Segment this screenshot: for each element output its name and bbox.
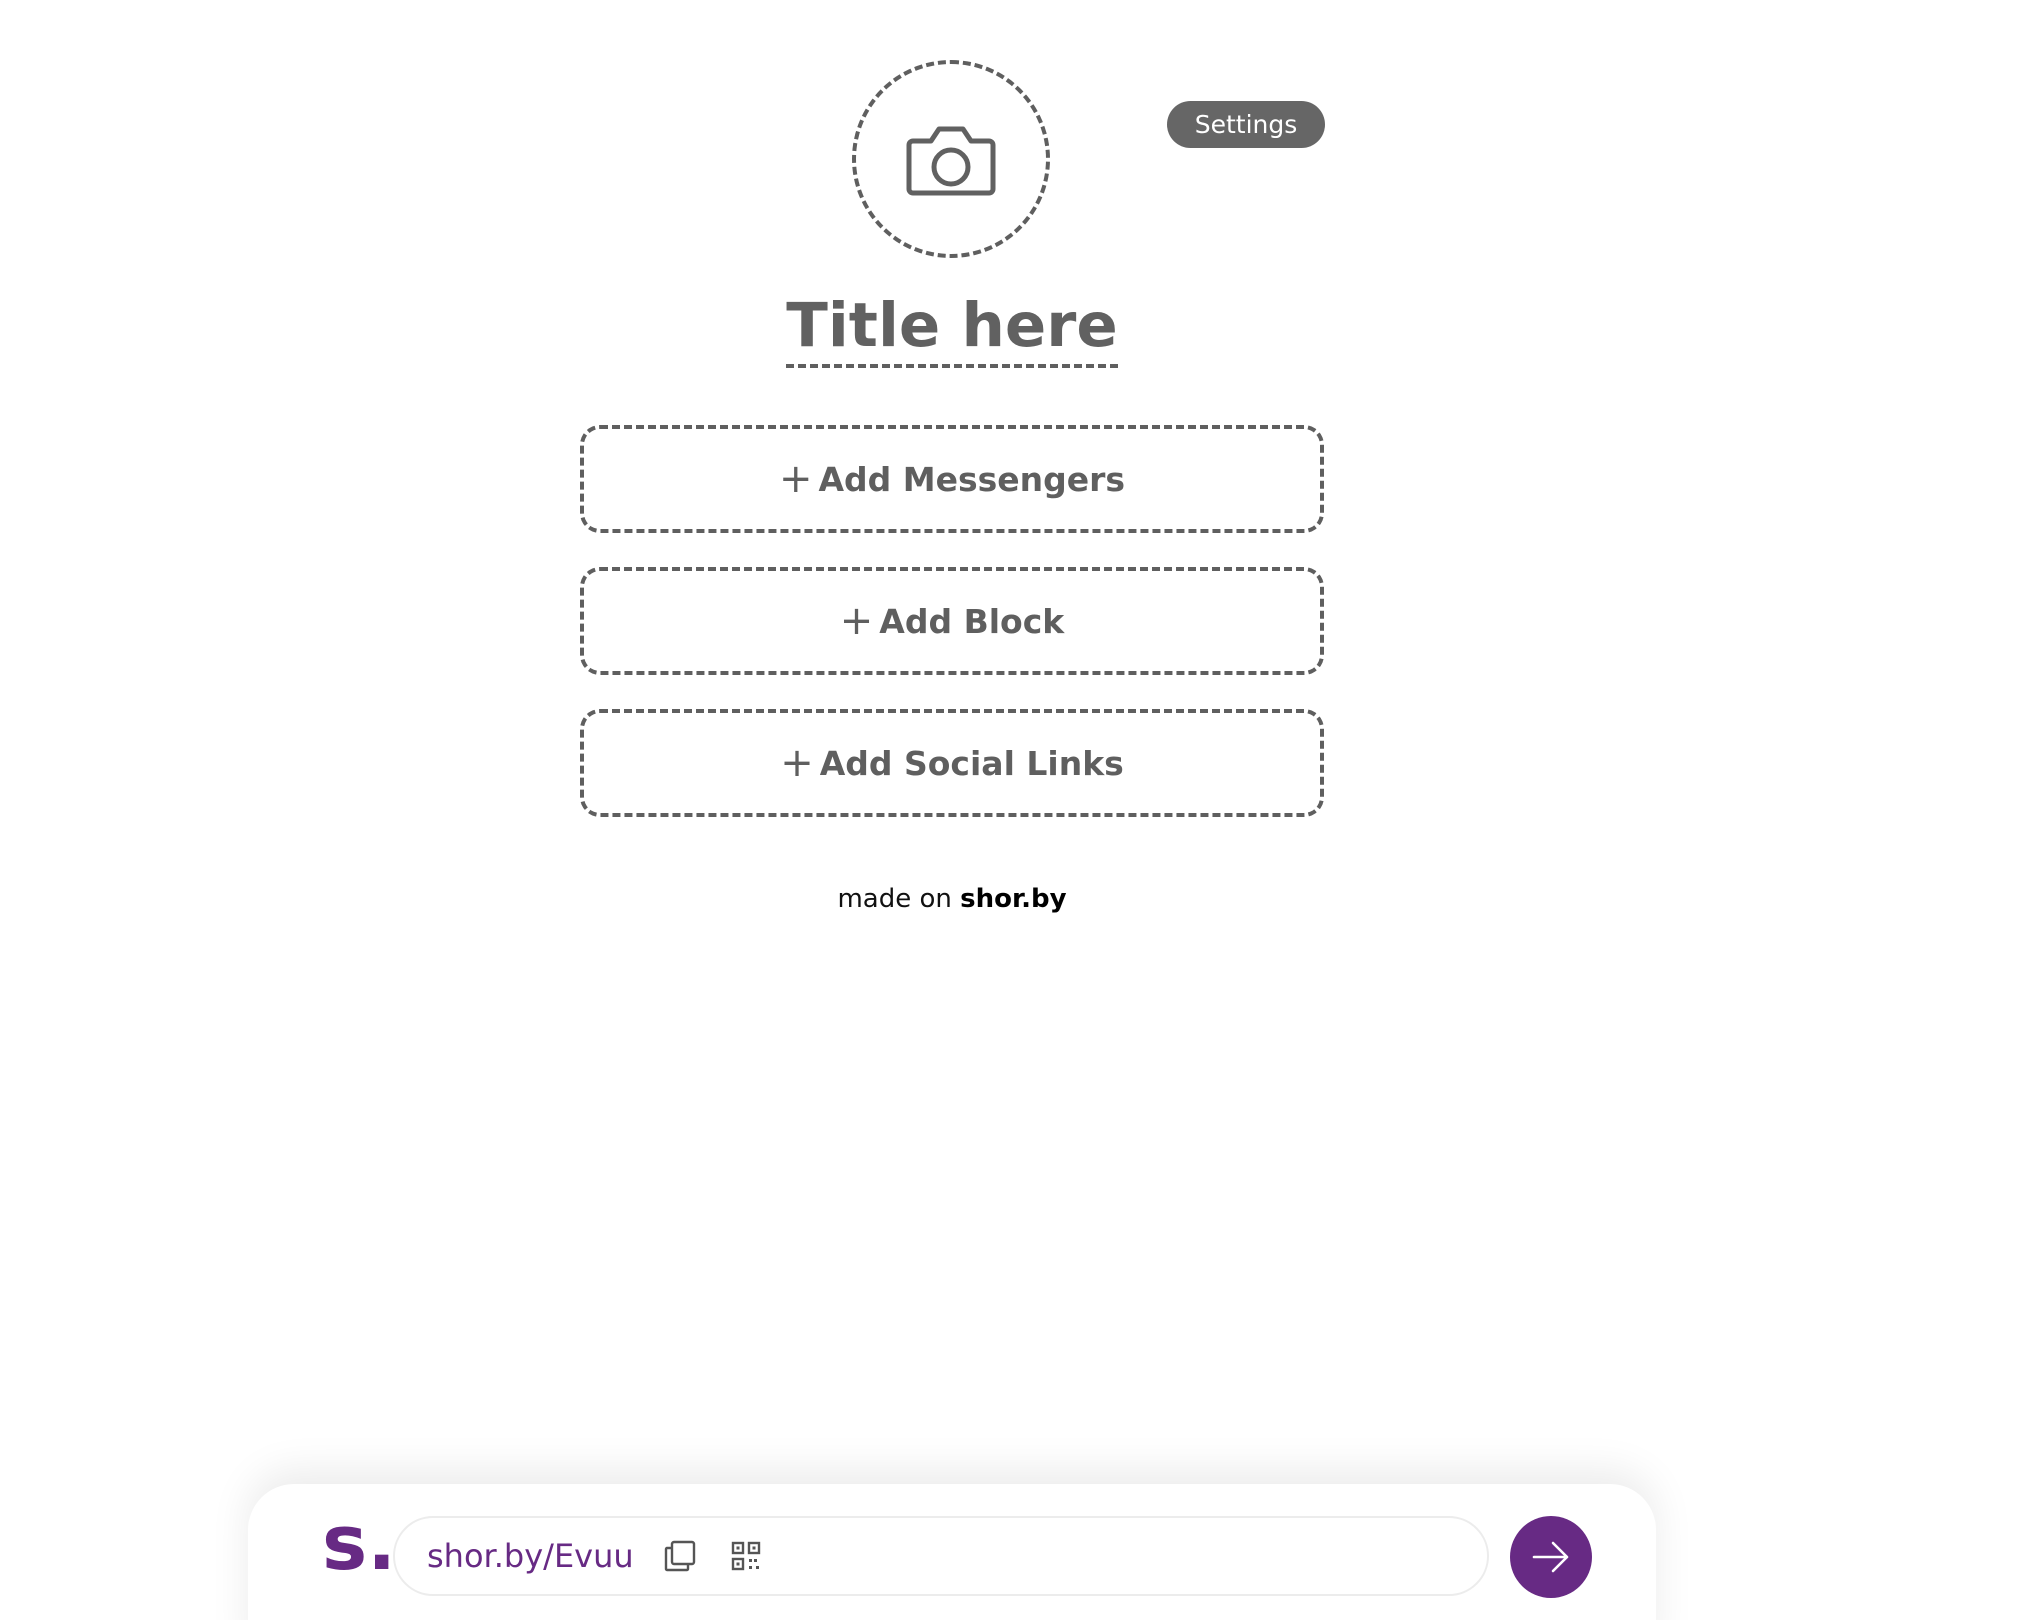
- plus-icon: +: [780, 740, 814, 786]
- page: Settings Title here + Add Messengers + A…: [0, 0, 2032, 1620]
- short-url-field[interactable]: shor.by/Evuu: [393, 1516, 1489, 1596]
- made-on-brand-link[interactable]: shor.by: [960, 884, 1066, 914]
- made-on-prefix: made on: [837, 884, 952, 914]
- go-button[interactable]: [1510, 1516, 1592, 1598]
- page-title-text[interactable]: Title here: [786, 290, 1118, 368]
- add-social-links-label: Add Social Links: [819, 743, 1124, 783]
- copy-icon[interactable]: [660, 1536, 700, 1576]
- avatar-upload[interactable]: [852, 60, 1050, 258]
- arrow-right-icon: [1532, 1541, 1569, 1573]
- settings-button[interactable]: Settings: [1167, 101, 1325, 148]
- plus-icon: +: [778, 456, 813, 502]
- short-url-text[interactable]: shor.by/Evuu: [427, 1537, 634, 1575]
- add-messengers-label: Add Messengers: [818, 459, 1126, 499]
- add-block-label: Add Block: [879, 601, 1065, 641]
- page-title[interactable]: Title here: [0, 288, 1904, 368]
- add-social-links-button[interactable]: + Add Social Links: [580, 709, 1324, 817]
- made-on-footer: made on shor.by: [0, 884, 1904, 914]
- camera-icon: [906, 126, 996, 196]
- add-block-button[interactable]: + Add Block: [580, 567, 1324, 675]
- brand-logo[interactable]: s.: [322, 1505, 396, 1581]
- plus-icon: +: [839, 598, 874, 644]
- add-messengers-button[interactable]: + Add Messengers: [580, 425, 1324, 533]
- qr-code-icon[interactable]: [726, 1536, 766, 1576]
